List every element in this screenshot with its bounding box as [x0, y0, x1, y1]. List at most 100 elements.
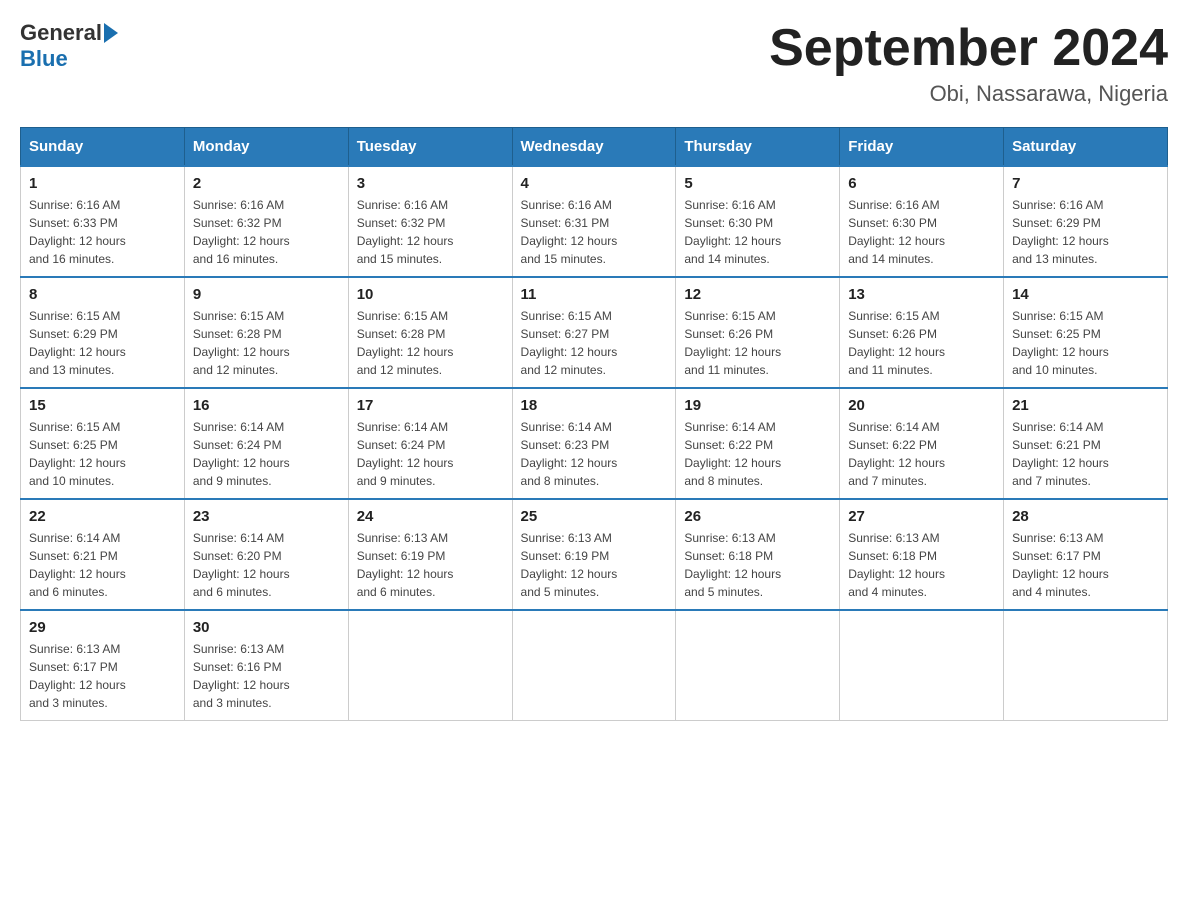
day-info: Sunrise: 6:13 AMSunset: 6:17 PMDaylight:…	[29, 642, 126, 710]
day-number: 25	[521, 508, 668, 525]
day-info: Sunrise: 6:14 AMSunset: 6:24 PMDaylight:…	[193, 420, 290, 488]
calendar-cell: 18 Sunrise: 6:14 AMSunset: 6:23 PMDaylig…	[512, 388, 676, 499]
calendar-cell: 26 Sunrise: 6:13 AMSunset: 6:18 PMDaylig…	[676, 499, 840, 610]
calendar-cell	[348, 610, 512, 721]
day-number: 8	[29, 286, 176, 303]
header-friday: Friday	[840, 128, 1004, 167]
calendar-cell: 12 Sunrise: 6:15 AMSunset: 6:26 PMDaylig…	[676, 277, 840, 388]
day-number: 23	[193, 508, 340, 525]
day-info: Sunrise: 6:16 AMSunset: 6:29 PMDaylight:…	[1012, 198, 1109, 266]
calendar-cell: 13 Sunrise: 6:15 AMSunset: 6:26 PMDaylig…	[840, 277, 1004, 388]
calendar-cell: 27 Sunrise: 6:13 AMSunset: 6:18 PMDaylig…	[840, 499, 1004, 610]
day-info: Sunrise: 6:16 AMSunset: 6:30 PMDaylight:…	[684, 198, 781, 266]
day-info: Sunrise: 6:15 AMSunset: 6:26 PMDaylight:…	[684, 309, 781, 377]
calendar-cell: 5 Sunrise: 6:16 AMSunset: 6:30 PMDayligh…	[676, 166, 840, 277]
day-info: Sunrise: 6:14 AMSunset: 6:23 PMDaylight:…	[521, 420, 618, 488]
day-number: 1	[29, 175, 176, 192]
title-area: September 2024 Obi, Nassarawa, Nigeria	[769, 20, 1168, 107]
header-sunday: Sunday	[21, 128, 185, 167]
calendar-cell: 19 Sunrise: 6:14 AMSunset: 6:22 PMDaylig…	[676, 388, 840, 499]
day-number: 13	[848, 286, 995, 303]
day-info: Sunrise: 6:16 AMSunset: 6:32 PMDaylight:…	[357, 198, 454, 266]
day-number: 20	[848, 397, 995, 414]
day-number: 7	[1012, 175, 1159, 192]
day-number: 30	[193, 619, 340, 636]
calendar-cell: 3 Sunrise: 6:16 AMSunset: 6:32 PMDayligh…	[348, 166, 512, 277]
day-info: Sunrise: 6:14 AMSunset: 6:21 PMDaylight:…	[1012, 420, 1109, 488]
calendar-subtitle: Obi, Nassarawa, Nigeria	[769, 81, 1168, 107]
day-info: Sunrise: 6:15 AMSunset: 6:26 PMDaylight:…	[848, 309, 945, 377]
day-info: Sunrise: 6:16 AMSunset: 6:30 PMDaylight:…	[848, 198, 945, 266]
day-info: Sunrise: 6:14 AMSunset: 6:22 PMDaylight:…	[848, 420, 945, 488]
day-number: 16	[193, 397, 340, 414]
header-monday: Monday	[184, 128, 348, 167]
day-number: 19	[684, 397, 831, 414]
day-number: 21	[1012, 397, 1159, 414]
day-info: Sunrise: 6:15 AMSunset: 6:27 PMDaylight:…	[521, 309, 618, 377]
calendar-cell: 10 Sunrise: 6:15 AMSunset: 6:28 PMDaylig…	[348, 277, 512, 388]
day-number: 18	[521, 397, 668, 414]
calendar-cell: 23 Sunrise: 6:14 AMSunset: 6:20 PMDaylig…	[184, 499, 348, 610]
day-info: Sunrise: 6:15 AMSunset: 6:28 PMDaylight:…	[357, 309, 454, 377]
calendar-week-row: 29 Sunrise: 6:13 AMSunset: 6:17 PMDaylig…	[21, 610, 1168, 721]
calendar-cell: 4 Sunrise: 6:16 AMSunset: 6:31 PMDayligh…	[512, 166, 676, 277]
day-number: 27	[848, 508, 995, 525]
calendar-header-row: SundayMondayTuesdayWednesdayThursdayFrid…	[21, 128, 1168, 167]
calendar-cell: 20 Sunrise: 6:14 AMSunset: 6:22 PMDaylig…	[840, 388, 1004, 499]
calendar-week-row: 15 Sunrise: 6:15 AMSunset: 6:25 PMDaylig…	[21, 388, 1168, 499]
calendar-cell: 28 Sunrise: 6:13 AMSunset: 6:17 PMDaylig…	[1004, 499, 1168, 610]
calendar-cell: 7 Sunrise: 6:16 AMSunset: 6:29 PMDayligh…	[1004, 166, 1168, 277]
calendar-week-row: 1 Sunrise: 6:16 AMSunset: 6:33 PMDayligh…	[21, 166, 1168, 277]
day-number: 2	[193, 175, 340, 192]
day-info: Sunrise: 6:16 AMSunset: 6:33 PMDaylight:…	[29, 198, 126, 266]
calendar-cell: 25 Sunrise: 6:13 AMSunset: 6:19 PMDaylig…	[512, 499, 676, 610]
header: General Blue September 2024 Obi, Nassara…	[20, 20, 1168, 107]
header-thursday: Thursday	[676, 128, 840, 167]
calendar-cell: 6 Sunrise: 6:16 AMSunset: 6:30 PMDayligh…	[840, 166, 1004, 277]
calendar-cell: 1 Sunrise: 6:16 AMSunset: 6:33 PMDayligh…	[21, 166, 185, 277]
calendar-cell: 29 Sunrise: 6:13 AMSunset: 6:17 PMDaylig…	[21, 610, 185, 721]
day-number: 9	[193, 286, 340, 303]
calendar-cell: 17 Sunrise: 6:14 AMSunset: 6:24 PMDaylig…	[348, 388, 512, 499]
day-info: Sunrise: 6:15 AMSunset: 6:29 PMDaylight:…	[29, 309, 126, 377]
day-info: Sunrise: 6:13 AMSunset: 6:16 PMDaylight:…	[193, 642, 290, 710]
calendar-table: SundayMondayTuesdayWednesdayThursdayFrid…	[20, 127, 1168, 721]
logo-general: General	[20, 20, 102, 46]
day-info: Sunrise: 6:13 AMSunset: 6:18 PMDaylight:…	[848, 531, 945, 599]
header-tuesday: Tuesday	[348, 128, 512, 167]
calendar-cell: 21 Sunrise: 6:14 AMSunset: 6:21 PMDaylig…	[1004, 388, 1168, 499]
calendar-cell: 24 Sunrise: 6:13 AMSunset: 6:19 PMDaylig…	[348, 499, 512, 610]
day-number: 11	[521, 286, 668, 303]
day-number: 3	[357, 175, 504, 192]
day-info: Sunrise: 6:14 AMSunset: 6:24 PMDaylight:…	[357, 420, 454, 488]
calendar-cell	[676, 610, 840, 721]
day-info: Sunrise: 6:13 AMSunset: 6:17 PMDaylight:…	[1012, 531, 1109, 599]
day-number: 29	[29, 619, 176, 636]
calendar-cell	[512, 610, 676, 721]
day-info: Sunrise: 6:16 AMSunset: 6:31 PMDaylight:…	[521, 198, 618, 266]
header-wednesday: Wednesday	[512, 128, 676, 167]
calendar-cell: 9 Sunrise: 6:15 AMSunset: 6:28 PMDayligh…	[184, 277, 348, 388]
calendar-cell: 11 Sunrise: 6:15 AMSunset: 6:27 PMDaylig…	[512, 277, 676, 388]
day-info: Sunrise: 6:14 AMSunset: 6:22 PMDaylight:…	[684, 420, 781, 488]
logo-blue: Blue	[20, 46, 68, 72]
day-info: Sunrise: 6:16 AMSunset: 6:32 PMDaylight:…	[193, 198, 290, 266]
day-number: 14	[1012, 286, 1159, 303]
logo: General Blue	[20, 20, 118, 72]
day-info: Sunrise: 6:15 AMSunset: 6:28 PMDaylight:…	[193, 309, 290, 377]
calendar-week-row: 8 Sunrise: 6:15 AMSunset: 6:29 PMDayligh…	[21, 277, 1168, 388]
calendar-cell: 14 Sunrise: 6:15 AMSunset: 6:25 PMDaylig…	[1004, 277, 1168, 388]
day-info: Sunrise: 6:15 AMSunset: 6:25 PMDaylight:…	[1012, 309, 1109, 377]
day-number: 6	[848, 175, 995, 192]
day-info: Sunrise: 6:13 AMSunset: 6:18 PMDaylight:…	[684, 531, 781, 599]
day-info: Sunrise: 6:14 AMSunset: 6:21 PMDaylight:…	[29, 531, 126, 599]
day-info: Sunrise: 6:13 AMSunset: 6:19 PMDaylight:…	[357, 531, 454, 599]
day-number: 17	[357, 397, 504, 414]
calendar-cell: 16 Sunrise: 6:14 AMSunset: 6:24 PMDaylig…	[184, 388, 348, 499]
calendar-title: September 2024	[769, 20, 1168, 77]
calendar-cell: 22 Sunrise: 6:14 AMSunset: 6:21 PMDaylig…	[21, 499, 185, 610]
logo-triangle-icon	[104, 23, 118, 43]
calendar-cell: 15 Sunrise: 6:15 AMSunset: 6:25 PMDaylig…	[21, 388, 185, 499]
day-info: Sunrise: 6:13 AMSunset: 6:19 PMDaylight:…	[521, 531, 618, 599]
day-number: 5	[684, 175, 831, 192]
